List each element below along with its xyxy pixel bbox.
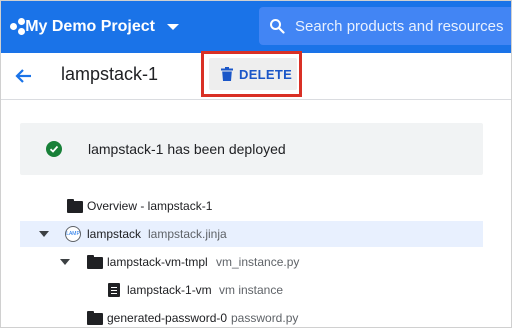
tree-item-type: lampstack.jinja xyxy=(148,227,227,241)
lamp-logo-icon: LAMP xyxy=(65,226,81,242)
search-icon xyxy=(259,7,295,45)
check-circle-icon xyxy=(46,141,62,157)
tree-item-type: password.py xyxy=(231,311,299,325)
deployment-status-card: lampstack-1 has been deployed xyxy=(20,123,483,175)
top-app-bar: My Demo Project Search products and reso… xyxy=(1,1,511,53)
project-name: My Demo Project xyxy=(25,18,155,35)
document-icon xyxy=(108,283,120,297)
chevron-down-icon xyxy=(167,24,179,30)
project-dots-icon xyxy=(9,16,25,38)
tree-item-label: generated-password-0 xyxy=(107,311,228,325)
arrow-back-icon xyxy=(15,69,31,83)
tree-item-label: lampstack-1-vm xyxy=(127,283,212,297)
delete-highlight-box xyxy=(201,51,302,97)
tree-row-overview[interactable]: Overview - lampstack-1 xyxy=(20,193,483,219)
back-button[interactable] xyxy=(11,63,37,89)
expand-down-icon[interactable] xyxy=(39,231,49,237)
tree-row-lampstack[interactable]: LAMP lampstack lampstack.jinja xyxy=(20,221,483,247)
search-bar[interactable]: Search products and resources xyxy=(259,7,511,45)
tree-row-vm-tmpl[interactable]: lampstack-vm-tmpl vm_instance.py xyxy=(20,249,483,275)
page-title: lampstack-1 xyxy=(61,64,159,84)
tree-item-label: Overview - lampstack-1 xyxy=(87,199,213,213)
folder-icon xyxy=(87,311,103,325)
tree-row-password[interactable]: generated-password-0 password.py xyxy=(20,305,483,327)
project-selector[interactable]: My Demo Project xyxy=(9,9,179,45)
search-input[interactable]: Search products and resources xyxy=(295,18,503,35)
deployment-status-text: lampstack-1 has been deployed xyxy=(88,141,286,157)
tree-row-vm[interactable]: lampstack-1-vm vm instance xyxy=(20,277,483,303)
console-frame: My Demo Project Search products and reso… xyxy=(0,0,512,328)
tree-item-label: lampstack-vm-tmpl xyxy=(107,255,208,269)
tree-item-type: vm instance xyxy=(219,283,284,297)
tree-item-label: lampstack xyxy=(87,227,142,241)
folder-icon xyxy=(67,199,83,213)
folder-icon xyxy=(87,255,103,269)
expand-down-icon[interactable] xyxy=(60,259,70,265)
tree-item-type: vm_instance.py xyxy=(216,255,300,269)
